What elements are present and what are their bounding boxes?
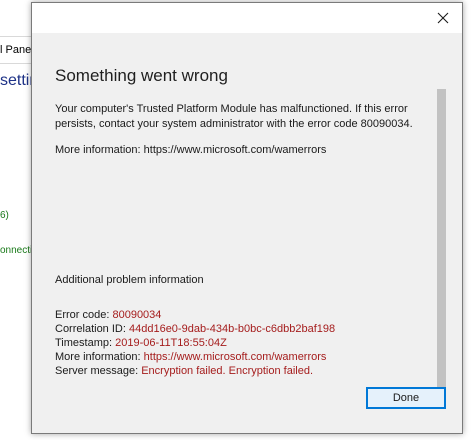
detail-correlation-id: Correlation ID: 44dd16e0-9dab-434b-b0bc-…	[55, 322, 335, 336]
detail-value: https://www.microsoft.com/wamerrors	[143, 351, 327, 363]
detail-more-information: More information: https://www.microsoft.…	[55, 350, 335, 364]
detail-timestamp: Timestamp: 2019-06-11T18:55:04Z	[55, 336, 335, 350]
detail-label: More information:	[55, 351, 144, 363]
close-button[interactable]	[432, 7, 454, 29]
additional-info-heading: Additional problem information	[55, 274, 204, 286]
detail-value: 80090034	[112, 309, 162, 321]
close-icon	[437, 12, 449, 24]
more-information-text: More information: https://www.microsoft.…	[55, 144, 327, 156]
detail-label: Error code:	[55, 309, 113, 321]
detail-value: Encryption failed. Encryption failed.	[141, 365, 314, 377]
detail-label: Correlation ID:	[55, 323, 129, 335]
detail-server-message: Server message: Encryption failed. Encry…	[55, 364, 335, 378]
problem-details: Error code: 80090034 Correlation ID: 44d…	[55, 308, 335, 378]
detail-label: Server message:	[55, 365, 142, 377]
background-address-text: l Panel	[0, 44, 34, 56]
detail-value: 44dd16e0-9dab-434b-b0bc-c6dbb2baf198	[128, 323, 336, 335]
detail-value: 2019-06-11T18:55:04Z	[115, 337, 227, 349]
error-message: Your computer's Trusted Platform Module …	[55, 103, 413, 130]
done-button[interactable]: Done	[366, 387, 446, 409]
error-dialog: Something went wrong Your computer's Tru…	[31, 2, 463, 434]
vertical-scrollbar[interactable]	[437, 85, 446, 409]
dialog-body: Something went wrong Your computer's Tru…	[32, 33, 462, 433]
dialog-titlebar	[32, 3, 462, 33]
detail-label: Timestamp:	[55, 337, 116, 349]
detail-error-code: Error code: 80090034	[55, 308, 335, 322]
background-status-text: 6)	[0, 210, 9, 221]
dialog-title: Something went wrong	[55, 66, 228, 85]
scrollbar-thumb[interactable]	[437, 89, 446, 407]
